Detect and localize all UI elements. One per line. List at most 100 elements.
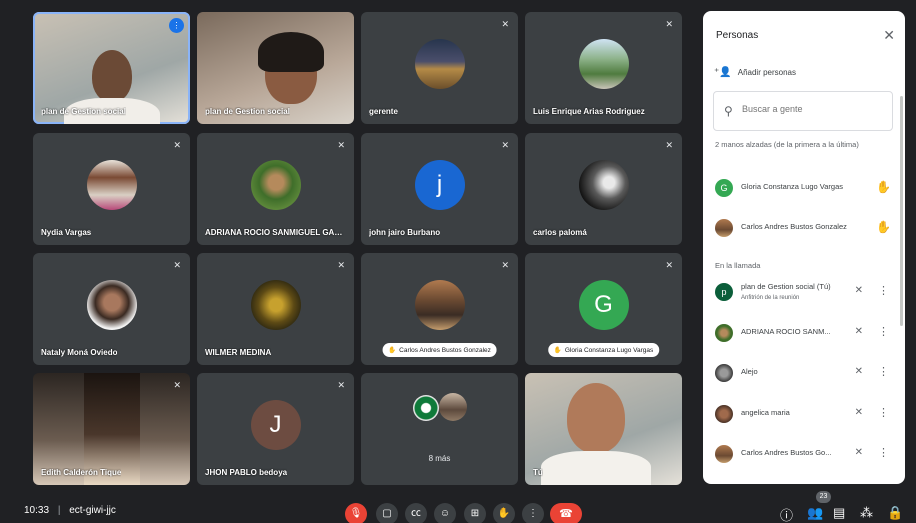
host-controls-icon[interactable]: 🔒 (887, 505, 903, 521)
participant-tile[interactable]: ✕ carlos palomá (525, 133, 682, 245)
mic-toggle-button[interactable]: 🎙 (345, 503, 367, 523)
video-feed (91, 50, 132, 102)
avatar (413, 395, 439, 421)
more-options-icon[interactable]: ⋮ (878, 365, 889, 378)
participant-name: Edith Calderón Tique (41, 468, 122, 477)
more-options-icon[interactable]: ⋮ (878, 325, 889, 338)
end-call-button[interactable]: ☎ (550, 503, 582, 523)
camera-toggle-button[interactable]: ▢ (376, 503, 398, 523)
mic-off-icon: ✕ (501, 140, 509, 150)
participant-tile[interactable]: ✕ ADRIANA ROCIO SANMIGUEL GAL... (197, 133, 354, 245)
raised-hand-row[interactable]: Carlos Andres Bustos Gonzalez ✋ (713, 217, 897, 241)
hand-icon: ✋ (553, 347, 562, 354)
participant-name: Carlos Andres Bustos Go... (741, 448, 832, 457)
captions-button[interactable]: ㏄ (405, 503, 427, 523)
participant-tile[interactable]: ✕ Edith Calderón Tique (33, 373, 190, 485)
participant-name: JHON PABLO bedoya (205, 468, 288, 477)
participant-tile[interactable]: G ✕ ✋ Gloria Constanza Lugo Vargas (525, 253, 682, 365)
participant-name: ADRIANA ROCIO SANM... (741, 327, 831, 336)
add-person-icon: ⁺👤 (714, 67, 732, 78)
participant-name: Carlos Andres Bustos Gonzalez (741, 222, 847, 231)
participant-tile[interactable]: J ✕ JHON PABLO bedoya (197, 373, 354, 485)
mic-off-icon: ✕ (173, 260, 181, 270)
avatar (439, 393, 467, 421)
search-input[interactable] (742, 104, 882, 114)
hand-icon[interactable]: ✋ (876, 220, 891, 234)
mic-off-icon[interactable]: ✕ (855, 326, 863, 337)
avatar: G (715, 179, 733, 197)
avatar: G (578, 280, 629, 330)
mic-off-icon: ✕ (665, 19, 673, 29)
participant-name: plan de Gestion social (Tú) (741, 282, 831, 291)
avatar (715, 364, 733, 382)
hand-icon[interactable]: ✋ (876, 180, 891, 194)
participant-name: Nydia Vargas (41, 228, 92, 237)
meeting-code: ect-giwi-jjc (69, 505, 116, 516)
in-call-header: En la llamada (715, 261, 761, 270)
mic-off-icon[interactable]: ✕ (855, 285, 863, 296)
more-options-icon[interactable]: ⋮ (878, 284, 889, 297)
raised-hand-row[interactable]: G Gloria Constanza Lugo Vargas ✋ (713, 177, 897, 201)
participant-row[interactable]: p plan de Gestion social (Tú) Anfitrión … (713, 281, 897, 305)
avatar (250, 160, 301, 210)
more-count: 8 más (428, 454, 451, 463)
participant-tile[interactable]: plan de Gestion social (197, 12, 354, 124)
participant-tile[interactable]: ✕ Luis Enrique Arias Rodriguez (525, 12, 682, 124)
activities-icon[interactable]: ⁂ (860, 505, 873, 521)
participant-row[interactable]: angelica maria ✕ ⋮ (713, 403, 897, 427)
mic-off-icon: ✕ (173, 140, 181, 150)
participant-row[interactable]: Alejo ✕ ⋮ (713, 362, 897, 386)
video-feed-body (540, 451, 651, 485)
info-icon[interactable]: ⓘ (780, 505, 793, 523)
present-button[interactable]: ⊞ (464, 503, 486, 523)
avatar (578, 160, 629, 210)
participant-row[interactable]: Carlos Andres Bustos Go... ✕ ⋮ (713, 443, 897, 467)
raise-hand-button[interactable]: ✋ (493, 503, 515, 523)
mic-off-icon[interactable]: ✕ (855, 366, 863, 377)
meeting-time: 10:33 | ect-giwi-jjc (24, 505, 116, 516)
speaking-indicator-icon: ⋮ (169, 18, 184, 33)
mic-off-icon[interactable]: ✕ (855, 407, 863, 418)
participant-name: carlos palomá (533, 228, 587, 237)
close-icon[interactable]: ✕ (883, 27, 895, 44)
participant-tile[interactable]: ✕ ✋ Carlos Andres Bustos Gonzalez (361, 253, 518, 365)
pill-label: Gloria Constanza Lugo Vargas (564, 347, 654, 354)
avatar (86, 160, 137, 210)
add-people-button[interactable]: ⁺👤 Añadir personas (714, 67, 796, 78)
self-tile[interactable]: Tú (525, 373, 682, 485)
more-options-icon[interactable]: ⋮ (878, 406, 889, 419)
participant-tile[interactable]: ✕ Nydia Vargas (33, 133, 190, 245)
mic-off-icon[interactable]: ✕ (855, 447, 863, 458)
mic-off-icon: ✕ (665, 260, 673, 270)
add-people-label: Añadir personas (737, 68, 796, 77)
people-icon[interactable]: 👥 (807, 505, 823, 521)
participant-tile[interactable]: ✕ WILMER MEDINA (197, 253, 354, 365)
mic-off-icon: ✕ (665, 140, 673, 150)
participant-tile[interactable]: ✕ Nataly Moná Oviedo (33, 253, 190, 365)
scrollbar[interactable] (900, 96, 903, 326)
participant-row[interactable]: ADRIANA ROCIO SANM... ✕ ⋮ (713, 322, 897, 346)
participant-name: Luis Enrique Arias Rodriguez (533, 107, 645, 116)
more-options-icon[interactable]: ⋮ (878, 446, 889, 459)
search-box[interactable]: ⚲ (713, 91, 893, 131)
panel-title: Personas (716, 30, 759, 41)
participant-tile[interactable]: ✕ gerente (361, 12, 518, 124)
participant-name: Gloria Constanza Lugo Vargas (741, 182, 844, 191)
emoji-button[interactable]: ☺ (434, 503, 456, 523)
participant-name: plan de Gestion social (41, 107, 126, 116)
avatar: J (250, 400, 301, 450)
participant-name: plan de Gestion social (205, 107, 290, 116)
more-options-button[interactable]: ⋮ (522, 503, 544, 523)
participant-name: ADRIANA ROCIO SANMIGUEL GAL... (205, 228, 345, 237)
avatar (414, 39, 465, 89)
participant-name: Nataly Moná Oviedo (41, 348, 118, 357)
more-participants-tile[interactable]: 8 más (361, 373, 518, 485)
avatar (715, 405, 733, 423)
hand-icon: ✋ (388, 347, 397, 354)
chat-icon[interactable]: ▤ (833, 505, 845, 521)
participant-tile[interactable]: ⋮ plan de Gestion social (33, 12, 190, 124)
participant-tile[interactable]: j ✕ john jairo Burbano (361, 133, 518, 245)
mic-off-icon: ✕ (337, 380, 345, 390)
avatar (715, 445, 733, 463)
bottom-bar: 10:33 | ect-giwi-jjc 🎙 ▢ ㏄ ☺ ⊞ ✋ ⋮ ☎ ⓘ 👥… (0, 493, 916, 523)
